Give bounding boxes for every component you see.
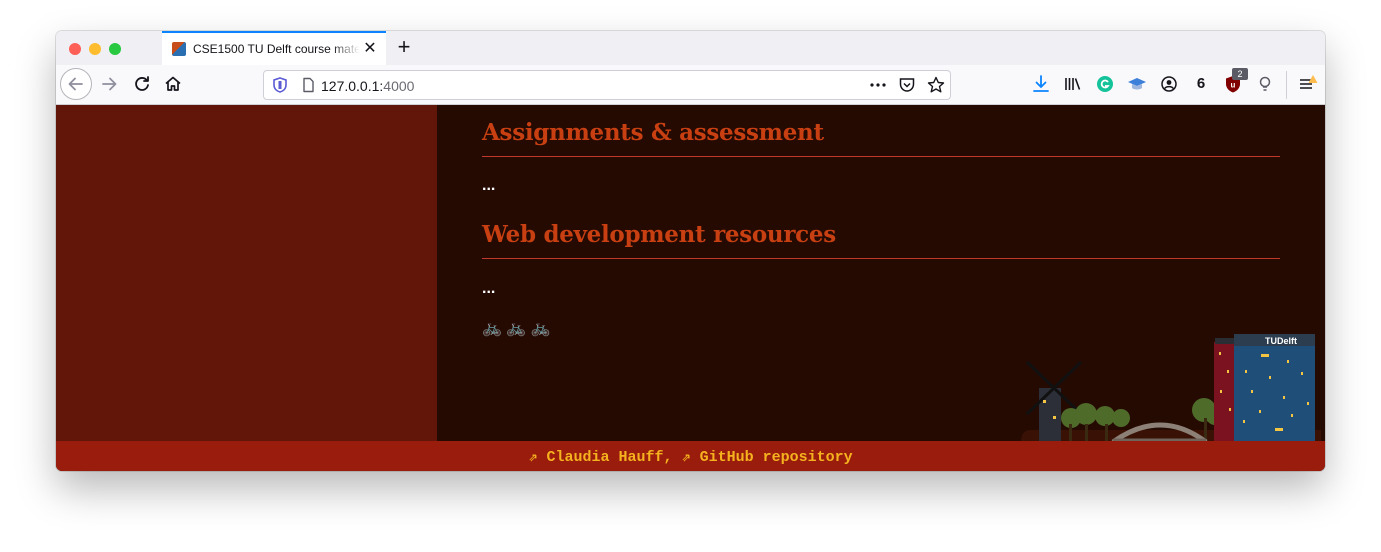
extension-counter[interactable]: 6 [1190, 73, 1212, 95]
page-actions-ellipsis-icon[interactable] [868, 75, 888, 95]
page-content: Assignments & assessment ... Web develop… [56, 105, 1325, 471]
close-window-button[interactable] [69, 43, 81, 55]
url-text[interactable]: 127.0.0.1:4000 [321, 78, 414, 94]
navigation-toolbar: 127.0.0.1:4000 6 u 2 [56, 65, 1325, 105]
account-icon[interactable] [1158, 73, 1180, 95]
author-link[interactable]: Claudia Hauff [546, 449, 663, 466]
section-heading: Web development resources [482, 221, 836, 248]
grammarly-icon[interactable] [1094, 73, 1116, 95]
browser-window: CSE1500 TU Delft course materials ✕ + 12… [56, 31, 1325, 471]
tracking-protection-shield-icon[interactable] [270, 75, 290, 95]
zoom-window-button[interactable] [109, 43, 121, 55]
arrow-right-icon [102, 77, 117, 91]
bookmark-star-icon[interactable] [926, 75, 946, 95]
ublock-badge: 2 [1232, 68, 1248, 80]
heading-divider [482, 258, 1280, 259]
arrow-left-icon [68, 77, 83, 91]
github-repository-link[interactable]: GitHub repository [700, 449, 853, 466]
pocket-icon[interactable] [897, 75, 917, 95]
bicycles: 🚲 🚲 🚲 [482, 320, 551, 337]
forward-button[interactable] [96, 70, 124, 98]
section-heading: Assignments & assessment [482, 119, 824, 146]
tree-icon [1061, 398, 1224, 428]
footer-separator: , [663, 449, 673, 466]
tab-strip: CSE1500 TU Delft course materials ✕ + [56, 31, 1325, 65]
heading-divider [482, 156, 1280, 157]
section-body: ... [482, 177, 496, 194]
address-bar[interactable]: 127.0.0.1:4000 [263, 70, 951, 100]
reload-icon [135, 76, 149, 91]
external-link-arrow-icon: ⇗ [681, 449, 691, 466]
back-button[interactable] [60, 68, 92, 100]
home-button[interactable] [159, 70, 187, 98]
downloads-arrow-icon[interactable] [1030, 73, 1052, 95]
tudelft-logo-text: TUDelft [1265, 336, 1297, 346]
delft-skyline-illustration: TUDelft [1021, 334, 1321, 442]
external-link-arrow-icon: ⇗ [528, 449, 538, 466]
new-tab-plus-icon[interactable]: + [394, 36, 414, 60]
svg-text:u: u [1231, 81, 1236, 90]
hamburger-menu-icon[interactable] [1296, 73, 1318, 95]
page-footer: ⇗ Claudia Hauff, ⇗ GitHub repository [56, 441, 1325, 471]
page-info-icon[interactable] [298, 75, 318, 95]
section-body: ... [482, 280, 496, 297]
minimize-window-button[interactable] [89, 43, 101, 55]
reload-button[interactable] [128, 70, 156, 98]
home-icon [165, 76, 181, 91]
book-favicon-icon [172, 42, 186, 56]
tab-active[interactable]: CSE1500 TU Delft course materials ✕ [162, 31, 386, 65]
lightbulb-icon[interactable] [1254, 73, 1276, 95]
library-icon[interactable] [1062, 73, 1084, 95]
close-tab-icon[interactable]: ✕ [361, 40, 379, 58]
graduation-cap-icon[interactable] [1126, 73, 1148, 95]
sidebar [56, 105, 437, 441]
